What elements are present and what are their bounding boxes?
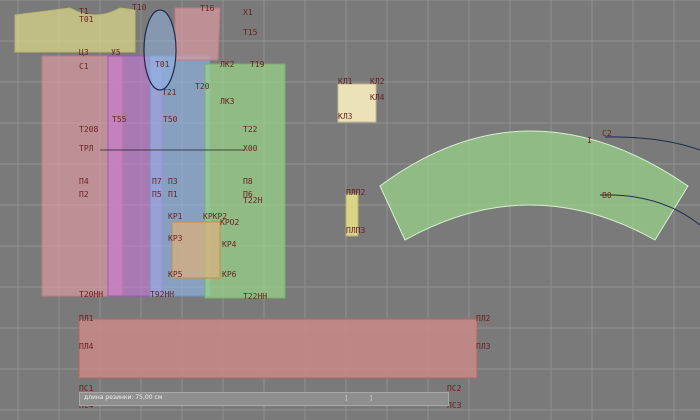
point-label: ПЛ3 bbox=[476, 342, 491, 351]
point-label: КР3 bbox=[168, 234, 183, 243]
pattern-piece-band[interactable] bbox=[78, 318, 478, 379]
point-label: С1 bbox=[79, 62, 89, 71]
point-label: Т208 bbox=[79, 125, 99, 134]
point-label: П8 bbox=[243, 177, 253, 186]
point-label: В0 bbox=[602, 191, 612, 200]
point-label: П2 bbox=[79, 190, 89, 199]
point-label: Т22НН bbox=[243, 292, 268, 301]
pattern-piece-arc-waistband[interactable] bbox=[379, 130, 689, 241]
point-label: Т22 bbox=[243, 125, 258, 134]
armhole-curve bbox=[143, 9, 177, 91]
point-label: ПЛ2 bbox=[476, 314, 491, 323]
point-label: КР5 bbox=[168, 270, 183, 279]
point-label: КЛ2 bbox=[370, 77, 385, 86]
point-label: П7 bbox=[152, 177, 162, 186]
point-label: ТРЛ bbox=[79, 144, 94, 153]
point-label: У5 bbox=[111, 48, 121, 57]
point-label: Т01 bbox=[155, 60, 170, 69]
point-label: П4 bbox=[79, 177, 89, 186]
point-label: Т20 bbox=[195, 82, 210, 91]
point-label: Т55 bbox=[112, 115, 127, 124]
point-label: Т16 bbox=[200, 4, 215, 13]
point-label: Х00 bbox=[243, 144, 258, 153]
point-label: Т10 bbox=[132, 3, 147, 12]
point-label: ЛК2 bbox=[220, 60, 235, 69]
pattern-canvas[interactable] bbox=[0, 0, 700, 420]
separator-icon: ¦ bbox=[370, 394, 373, 402]
point-label: Х1 bbox=[243, 8, 253, 17]
point-label: КР6 bbox=[222, 270, 237, 279]
point-label: КРО2 bbox=[220, 218, 240, 227]
point-label: ПЛ1 bbox=[79, 314, 94, 323]
point-label: Т50 bbox=[163, 115, 178, 124]
point-label: Т15 bbox=[243, 28, 258, 37]
status-text: длина резинки: 75,00 см bbox=[84, 394, 163, 401]
point-label: Т21 bbox=[162, 88, 177, 97]
point-label: І bbox=[587, 136, 592, 145]
point-label: ПЛ4 bbox=[79, 342, 94, 351]
point-label: КР4 bbox=[222, 240, 237, 249]
point-label: Т20НН bbox=[79, 290, 104, 299]
point-label: КЛ1 bbox=[338, 77, 353, 86]
pattern-piece-shoulder[interactable] bbox=[174, 7, 221, 61]
point-label: Т19 bbox=[250, 60, 265, 69]
point-label: С2 bbox=[602, 129, 612, 138]
point-label: П5 bbox=[152, 190, 162, 199]
point-label: П3 bbox=[168, 177, 178, 186]
point-label: Т01 bbox=[79, 15, 94, 24]
point-label: ЛК3 bbox=[220, 97, 235, 106]
point-label: ПЛП2 bbox=[346, 188, 366, 197]
point-label: П1 bbox=[168, 190, 178, 199]
measure-status-bar[interactable]: длина резинки: 75,00 см ¦ ¦ bbox=[79, 392, 449, 406]
point-label: ПЛП3 bbox=[346, 226, 366, 235]
point-label: ПС2 bbox=[447, 384, 462, 393]
point-label: КЛ4 bbox=[370, 93, 385, 102]
point-label: Ц3 bbox=[79, 48, 89, 57]
point-label: ПС3 bbox=[447, 401, 462, 410]
point-label: КЛ3 bbox=[338, 112, 353, 121]
separator-icon: ¦ bbox=[345, 394, 348, 402]
pattern-piece-neck-yoke[interactable] bbox=[14, 7, 136, 53]
point-label: КР1 bbox=[168, 212, 183, 221]
point-label: Т92НН bbox=[150, 290, 175, 299]
guide-curve-upper bbox=[604, 136, 700, 151]
point-label: Т22Н bbox=[243, 196, 263, 205]
